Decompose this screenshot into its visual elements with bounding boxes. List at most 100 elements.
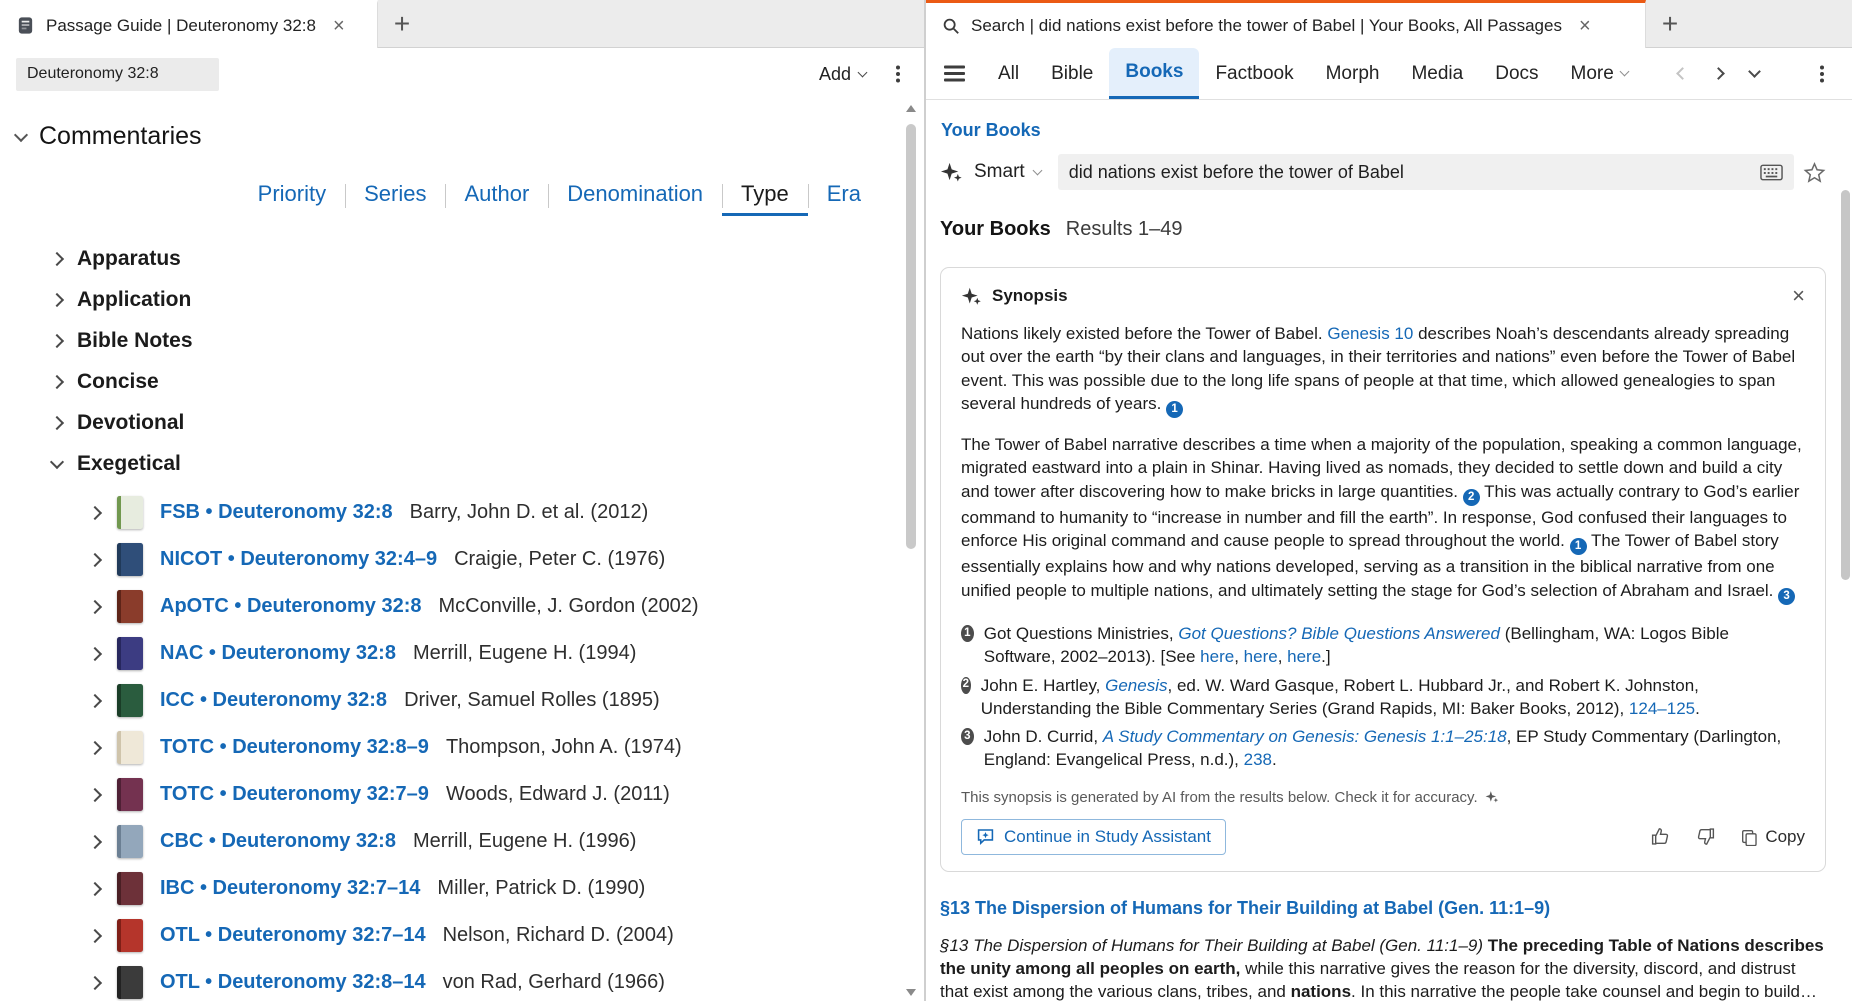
copy-button[interactable]: Copy	[1740, 827, 1805, 847]
chevron-right-icon[interactable]	[87, 599, 103, 614]
resource-row[interactable]: TOTC • Deuteronomy 32:8–9 Thompson, John …	[0, 724, 924, 771]
resource-link[interactable]: TOTC • Deuteronomy 32:7–9	[160, 783, 429, 806]
thumbs-down-icon[interactable]	[1695, 826, 1716, 847]
add-button[interactable]: Add	[819, 64, 868, 85]
inline-link[interactable]: here	[1287, 647, 1321, 666]
inline-link[interactable]: here	[1200, 647, 1234, 666]
resource-row[interactable]: IBC • Deuteronomy 32:7–14 Miller, Patrick…	[0, 865, 924, 912]
filter-tab-author[interactable]: Author	[445, 181, 548, 216]
filter-tab-denomination[interactable]: Denomination	[548, 181, 722, 216]
right-scrollbar[interactable]	[1841, 100, 1851, 1001]
citation-marker[interactable]: 1	[1166, 401, 1184, 419]
new-tab-button[interactable]: +	[378, 0, 426, 48]
tab-passage-guide[interactable]: Passage Guide | Deuteronomy 32:8 ×	[0, 0, 378, 48]
resource-row[interactable]: TOTC • Deuteronomy 32:7–9 Woods, Edward J…	[0, 771, 924, 818]
close-tab-icon[interactable]: ×	[1579, 16, 1591, 36]
resource-link[interactable]: OTL • Deuteronomy 32:8–14	[160, 971, 426, 994]
forward-icon[interactable]	[1712, 67, 1725, 80]
resource-link[interactable]: FSB • Deuteronomy 32:8	[160, 501, 393, 524]
resource-author: Craigie, Peter C. (1976)	[454, 548, 666, 570]
resource-link[interactable]: IBC • Deuteronomy 32:7–14	[160, 877, 420, 900]
search-tab-books[interactable]: Books	[1109, 48, 1200, 99]
close-synopsis-icon[interactable]: ×	[1792, 285, 1805, 307]
filter-tab-priority[interactable]: Priority	[239, 181, 345, 216]
inline-link[interactable]: A Study Commentary on Genesis: Genesis 1…	[1103, 727, 1507, 746]
resource-row[interactable]: CBC • Deuteronomy 32:8 Merrill, Eugene H.…	[0, 818, 924, 865]
menu-button[interactable]	[944, 63, 970, 85]
inline-link[interactable]: 124–125	[1629, 699, 1695, 718]
resource-row[interactable]: OTL • Deuteronomy 32:7–14 Nelson, Richard…	[0, 912, 924, 959]
new-tab-button[interactable]: +	[1646, 0, 1694, 48]
scrollbar-thumb[interactable]	[906, 124, 916, 549]
resource-row[interactable]: NAC • Deuteronomy 32:8 Merrill, Eugene H.…	[0, 630, 924, 677]
resource-link[interactable]: ICC • Deuteronomy 32:8	[160, 689, 387, 712]
keyboard-icon[interactable]	[1760, 164, 1783, 181]
inline-link[interactable]: Genesis	[1105, 676, 1167, 695]
your-books-link[interactable]: Your Books	[941, 120, 1041, 141]
resource-row[interactable]: ApOTC • Deuteronomy 32:8 McConville, J. G…	[0, 583, 924, 630]
citation-marker[interactable]: 3	[1778, 587, 1796, 605]
chevron-right-icon[interactable]	[87, 975, 103, 990]
search-tab-bible[interactable]: Bible	[1035, 48, 1109, 99]
citation-marker[interactable]: 1	[1569, 538, 1587, 556]
search-tab-media[interactable]: Media	[1395, 48, 1479, 99]
chevron-right-icon[interactable]	[87, 646, 103, 661]
chevron-right-icon[interactable]	[87, 505, 103, 520]
chevron-right-icon[interactable]	[87, 787, 103, 802]
search-tab-more[interactable]: More	[1555, 48, 1644, 99]
thumbs-up-icon[interactable]	[1650, 826, 1671, 847]
resource-link[interactable]: CBC • Deuteronomy 32:8	[160, 830, 396, 853]
scroll-down-arrow[interactable]	[906, 989, 916, 996]
search-tab-factbook[interactable]: Factbook	[1199, 48, 1309, 99]
chevron-right-icon[interactable]	[87, 881, 103, 896]
tree-group-devotional[interactable]: Devotional	[0, 402, 924, 443]
resource-row[interactable]: NICOT • Deuteronomy 32:4–9 Craigie, Peter…	[0, 536, 924, 583]
history-chevron-icon[interactable]	[1748, 65, 1761, 78]
citation-marker[interactable]: 2	[1462, 488, 1480, 506]
resource-link[interactable]: NAC • Deuteronomy 32:8	[160, 642, 396, 665]
tab-search[interactable]: Search | did nations exist before the to…	[926, 0, 1646, 48]
search-tab-all[interactable]: All	[982, 48, 1035, 99]
continue-study-assistant-button[interactable]: Continue in Study Assistant	[961, 818, 1226, 855]
search-tab-docs[interactable]: Docs	[1479, 48, 1554, 99]
scrollbar-thumb[interactable]	[1841, 190, 1850, 580]
filter-tab-era[interactable]: Era	[807, 181, 880, 216]
chevron-down-icon[interactable]	[1032, 165, 1043, 175]
chevron-right-icon[interactable]	[87, 693, 103, 708]
search-mode-selector[interactable]: Smart	[974, 161, 1025, 183]
panel-menu-button[interactable]	[888, 63, 908, 85]
inline-link[interactable]: Got Questions? Bible Questions Answered	[1178, 624, 1500, 643]
inline-link[interactable]: here	[1244, 647, 1278, 666]
back-icon[interactable]	[1676, 67, 1689, 80]
resource-row[interactable]: ICC • Deuteronomy 32:8 Driver, Samuel Rol…	[0, 677, 924, 724]
resource-link[interactable]: TOTC • Deuteronomy 32:8–9	[160, 736, 429, 759]
tree-group-apparatus[interactable]: Apparatus	[0, 238, 924, 279]
tree-group-bible-notes[interactable]: Bible Notes	[0, 320, 924, 361]
tree-group-concise[interactable]: Concise	[0, 361, 924, 402]
passage-reference-input[interactable]: Deuteronomy 32:8	[16, 57, 219, 91]
resource-link[interactable]: NICOT • Deuteronomy 32:4–9	[160, 548, 437, 571]
tree-group-application[interactable]: Application	[0, 279, 924, 320]
filter-tab-series[interactable]: Series	[345, 181, 445, 216]
tree-group-exegetical[interactable]: Exegetical	[0, 443, 924, 484]
commentaries-section-header[interactable]: Commentaries	[13, 122, 924, 151]
chevron-right-icon[interactable]	[87, 928, 103, 943]
scroll-up-arrow[interactable]	[906, 105, 916, 112]
panel-menu-button[interactable]	[1812, 63, 1832, 85]
resource-link[interactable]: OTL • Deuteronomy 32:7–14	[160, 924, 426, 947]
inline-link[interactable]: Genesis 10	[1327, 324, 1413, 343]
chevron-right-icon[interactable]	[87, 834, 103, 849]
search-tab-morph[interactable]: Morph	[1310, 48, 1396, 99]
resource-row[interactable]: OTL • Deuteronomy 32:8–14 von Rad, Gerhar…	[0, 959, 924, 1001]
filter-tab-type[interactable]: Type	[722, 181, 808, 216]
inline-link[interactable]: 238	[1244, 750, 1272, 769]
favorite-star-icon[interactable]	[1803, 161, 1826, 184]
chevron-right-icon[interactable]	[87, 552, 103, 567]
left-scrollbar[interactable]	[903, 100, 919, 1001]
resource-link[interactable]: ApOTC • Deuteronomy 32:8	[160, 595, 421, 618]
search-input[interactable]: did nations exist before the tower of Ba…	[1057, 154, 1794, 190]
resource-row[interactable]: FSB • Deuteronomy 32:8 Barry, John D. et …	[0, 489, 924, 536]
result-title-link[interactable]: §13 The Dispersion of Humans for Their B…	[940, 898, 1550, 919]
chevron-right-icon[interactable]	[87, 740, 103, 755]
close-tab-icon[interactable]: ×	[333, 16, 345, 36]
